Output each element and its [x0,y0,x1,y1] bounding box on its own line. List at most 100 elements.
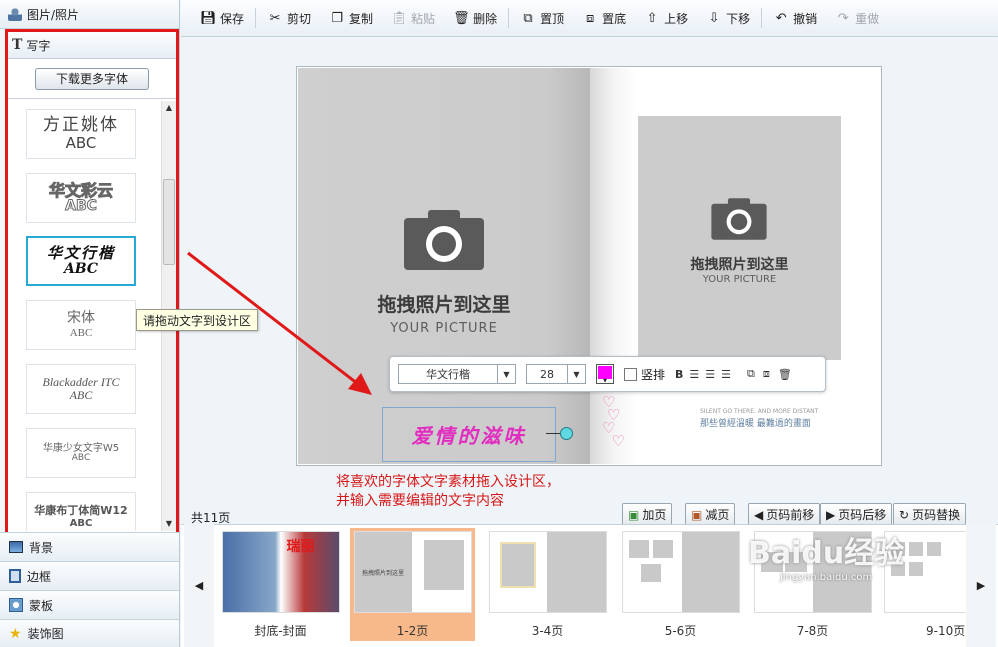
thumbnail-label: 3-4页 [531,624,564,638]
move-down-button[interactable]: ⇩ 下移 [697,6,759,30]
mini-left-page [755,532,813,612]
bring-to-front-button[interactable]: ⧉ 置顶 [511,6,573,30]
hearts-decoration: ♡ ♡ ♡ ♡ [602,393,625,450]
camera-icon [404,210,484,270]
right-page: 拖拽照片到这里 YOUR PICTURE SILENT GO THERE. AN… [590,68,880,464]
drag-tooltip: 请拖动文字到设计区 [136,309,259,331]
align-right-icon[interactable]: ☰ [721,368,731,381]
sidebar-item-border[interactable]: 边框 [0,561,179,590]
frame-icon [9,569,21,583]
button-label: 上移 [664,11,689,26]
thumbnail-pages-1-2[interactable]: 拖拽照片到这里 1-2页 [350,528,475,641]
thumbnail-pages-9-10[interactable]: 9-10页 [880,528,966,641]
sidebar-item-label: 装饰图 [27,627,64,641]
font-family-value: 华文行楷 [426,368,470,381]
layer-back-icon[interactable]: ⧈ [763,367,770,381]
rotation-handle[interactable] [560,427,573,440]
sidebar-item-background[interactable]: 背景 [0,532,179,561]
scroll-up-arrow-icon[interactable]: ▲ [162,101,176,115]
left-page-photo-slot[interactable]: 拖拽照片到这里 YOUR PICTURE [298,68,590,464]
thumbnail-image [488,531,607,613]
mini-photo-slot [909,562,923,576]
font-name: 华文彩云 [48,180,113,200]
font-card-fangzheng-yaoti[interactable]: 方正姚体 ABC [26,109,136,159]
move-page-forward-button[interactable]: ◀ 页码前移 [748,503,821,526]
canvas-text-element[interactable]: 爱情的滋味 [382,407,556,462]
camera-icon [711,198,767,240]
mini-photo-slot [891,562,905,576]
redo-button[interactable]: ↷ 重做 [826,6,888,30]
mini-photo-slot [927,542,941,556]
scrollbar-thumb[interactable] [163,179,175,265]
vertical-checkbox[interactable] [624,367,637,381]
save-button[interactable]: 💾︎ 保存 [191,6,253,30]
chevron-down-icon[interactable]: ▼ [567,365,585,383]
write-panel-header[interactable]: T 写字 [8,32,176,59]
thumbnails-prev-arrow-icon[interactable]: ◀ [184,524,214,647]
thumbnail-pages-3-4[interactable]: 3-4页 [485,528,610,641]
bold-button[interactable]: B [675,368,683,381]
arrow-right-circle-icon: ▶ [826,507,836,522]
copy-icon: ❐ [331,10,343,26]
font-sample: ABC [65,134,97,153]
download-fonts-button[interactable]: 下载更多字体 [35,67,149,90]
remove-page-button[interactable]: ▣ 减页 [685,503,736,526]
mini-photo-slot [628,540,649,558]
send-to-back-button[interactable]: ⧈ 置底 [573,6,635,30]
thumbnail-pages-7-8[interactable]: 7-8页 [750,528,875,641]
move-down-icon: ⇩ [708,10,720,26]
font-card-huakang-shaonv[interactable]: 华康少女文字W5 ABC [26,428,136,478]
thumbnail-label: 7-8页 [796,624,829,638]
chevron-down-icon[interactable]: ▼ [497,365,515,383]
add-page-button[interactable]: ▣ 加页 [622,503,673,526]
cover-title-text: 瑞丽 [286,539,315,555]
font-size-value: 28 [540,367,554,381]
align-center-icon[interactable]: ☰ [705,368,715,381]
thumbnails-next-arrow-icon[interactable]: ▶ [966,524,996,647]
sidebar-item-decoration[interactable]: ★ 装饰图 [0,619,179,647]
thumbnail-label: 5-6页 [664,624,697,638]
trash-icon[interactable]: 🗑︎ [778,368,792,381]
copy-button[interactable]: ❐ 复制 [320,6,382,30]
align-left-icon[interactable]: ☰ [689,368,699,381]
color-picker[interactable]: ▼ [596,364,614,384]
paste-button[interactable]: 📋︎ 粘贴 [382,6,444,30]
cut-button[interactable]: ✂ 剪切 [258,6,320,30]
undo-button[interactable]: ↶ 撤销 [764,6,826,30]
font-card-huawen-caiyun[interactable]: 华文彩云 ABC [26,173,136,223]
sidebar-item-mask[interactable]: 蒙板 [0,590,179,619]
mini-placeholder-text: 拖拽照片到这里 [362,569,405,577]
instruction-line-2: 并输入需要编辑的文字内容 [336,493,504,509]
mini-photo-slot [546,532,606,612]
delete-button[interactable]: 🗑︎ 删除 [444,6,506,30]
font-family-select[interactable]: 华文行楷 ▼ [398,364,516,384]
thumbnail-cover[interactable]: 瑞丽 封底-封面 [218,528,343,641]
mini-photo-slot: 拖拽照片到这里 [354,532,412,612]
deco-chinese-text: 那些曾經溫暖 最難過的畫面 [700,419,811,429]
font-card-blackadder[interactable]: Blackadder ITC ABC [26,364,136,414]
font-card-huakang-buding[interactable]: 华康布丁体简W12 ABC [26,492,136,531]
person-icon [8,7,22,21]
mini-photo-slot [812,532,871,612]
vertical-text-toggle[interactable]: 竖排 [624,366,665,383]
toolbar-divider [761,8,763,28]
toolbar-divider [255,8,257,28]
font-card-songti[interactable]: 宋体 ABC [26,300,136,350]
font-name: 华康布丁体简W12 [34,504,128,518]
arrow-left-circle-icon: ◀ [754,507,764,522]
move-up-button[interactable]: ⇧ 上移 [635,6,697,30]
font-sample: ABC [65,198,98,215]
thumbnail-pages-5-6[interactable]: 5-6页 [618,528,743,641]
replace-page-button[interactable]: ↻ 页码替换 [893,503,967,526]
font-size-select[interactable]: 28 ▼ [526,364,586,384]
mini-photo-slot [652,540,673,558]
sidebar-item-label: 蒙板 [29,598,54,613]
right-page-photo-slot[interactable]: 拖拽照片到这里 YOUR PICTURE [638,116,841,360]
layer-front-icon[interactable]: ⧉ [747,367,755,381]
font-card-huawen-xingkai[interactable]: 华文行楷 ABC [26,236,136,286]
sidebar-item-photos[interactable]: 图片/照片 [0,0,179,29]
mini-photo-slot [640,564,661,582]
move-page-backward-button[interactable]: ▶ 页码后移 [820,503,893,526]
scroll-down-arrow-icon[interactable]: ▼ [162,517,176,531]
design-canvas[interactable]: 拖拽照片到这里 YOUR PICTURE 拖拽照片到这里 YOUR PICTUR… [296,66,882,466]
